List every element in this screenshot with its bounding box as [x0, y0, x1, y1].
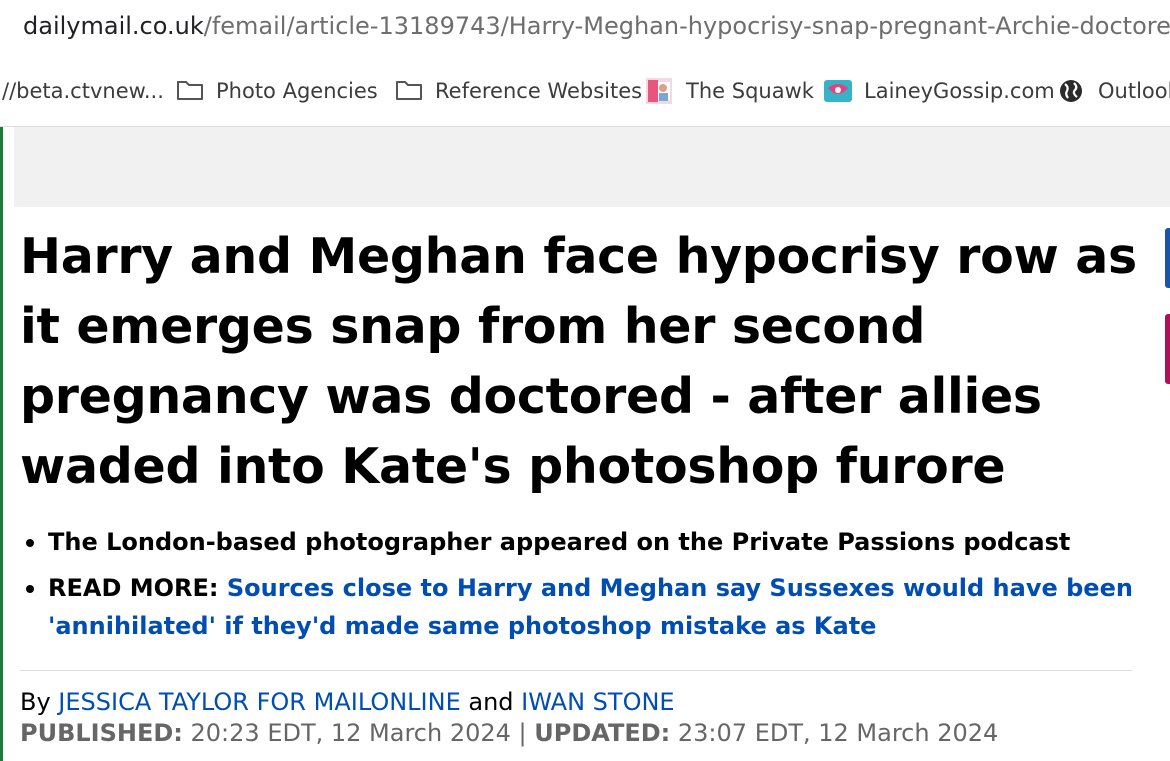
folder-icon [395, 78, 423, 104]
bookmark-label: Reference Websites [435, 79, 643, 103]
lainey-favicon [824, 78, 852, 104]
bookmark-label: Outlook [1098, 79, 1170, 103]
url-path: /femail/article-13189743/Harry-Meghan-hy… [203, 12, 1170, 40]
right-side-tab-blue[interactable] [1165, 228, 1170, 288]
url-host: dailymail.co.uk [23, 12, 204, 40]
author-link-iwan-stone[interactable]: IWAN STONE [521, 688, 674, 716]
bookmark-label: //beta.ctvnew... [2, 79, 164, 103]
bookmarks-bar: //beta.ctvnew... Photo Agencies Referenc… [0, 52, 1170, 127]
bookmark-the-squawk[interactable]: The Squawk [646, 76, 814, 106]
summary-bullet-text: The London-based photographer appeared o… [48, 528, 1071, 556]
bookmark-folder-reference-websites[interactable]: Reference Websites [395, 76, 642, 106]
article-headline: Harry and Meghan face hypocrisy row as i… [20, 228, 1137, 495]
summary-bullet: The London-based photographer appeared o… [20, 523, 1140, 561]
squawk-favicon [646, 78, 674, 104]
bookmark-label: The Squawk [686, 79, 814, 103]
summary-bullet-read-more: READ MORE: Sources close to Harry and Me… [20, 569, 1140, 645]
bookmark-outlook[interactable]: Outlook [1058, 76, 1170, 106]
updated-label: UPDATED: [534, 719, 671, 747]
bookmark-folder-photo-agencies[interactable]: Photo Agencies [176, 76, 378, 106]
folder-icon [176, 78, 204, 104]
byline: By JESSICA TAYLOR FOR MAILONLINE and IWA… [20, 686, 675, 718]
author-link-jessica-taylor[interactable]: JESSICA TAYLOR FOR MAILONLINE [58, 688, 460, 716]
left-accent-line [0, 127, 3, 761]
bookmark-laineygossip[interactable]: LaineyGossip.com [824, 76, 1055, 106]
right-side-tab-pink[interactable] [1165, 314, 1170, 384]
publish-dates: PUBLISHED: 20:23 EDT, 12 March 2024 | UP… [20, 717, 998, 749]
article-summary-bullets: The London-based photographer appeared o… [20, 523, 1140, 653]
bookmark-ctvnews[interactable]: //beta.ctvnew... [2, 76, 164, 106]
globe-icon [1058, 78, 1086, 104]
published-label: PUBLISHED: [20, 719, 183, 747]
ad-placeholder-banner [14, 127, 1170, 207]
bookmark-label: Photo Agencies [216, 79, 378, 103]
published-value: 20:23 EDT, 12 March 2024 | [182, 719, 535, 747]
bookmark-label: LaineyGossip.com [864, 79, 1055, 103]
updated-value: 23:07 EDT, 12 March 2024 [670, 719, 999, 747]
byline-joiner: and [460, 688, 522, 716]
divider [20, 670, 1132, 671]
read-more-label: READ MORE: [48, 574, 227, 602]
url-text[interactable]: dailymail.co.uk/femail/article-13189743/… [23, 10, 1170, 42]
byline-prefix: By [20, 688, 59, 716]
address-bar[interactable]: dailymail.co.uk/femail/article-13189743/… [0, 0, 1170, 52]
